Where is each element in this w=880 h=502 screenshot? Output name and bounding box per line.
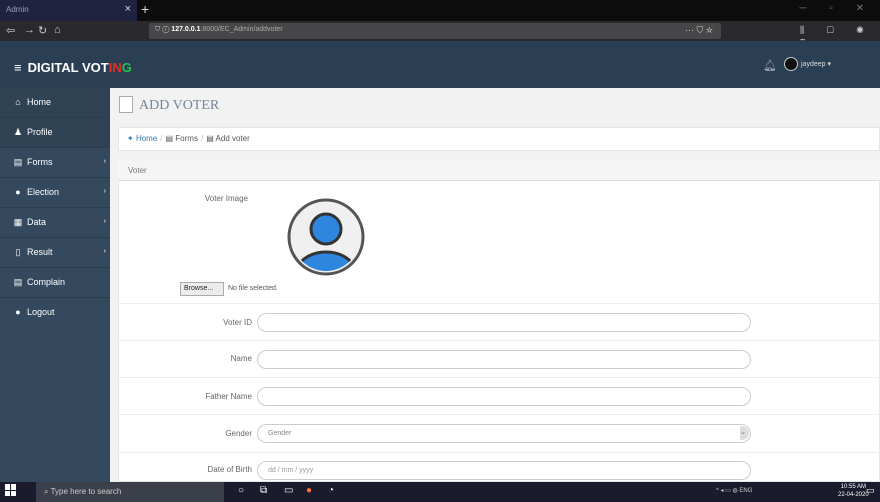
sidebar-item-label: Logout [27, 307, 55, 317]
url-host: 127.0.0.1 [171, 26, 201, 33]
gender-select[interactable]: Gender [257, 424, 751, 443]
url-path: :8000/EC_Admin/addvoter [200, 26, 283, 33]
close-tab-icon[interactable]: × [125, 3, 131, 15]
chevron-right-icon: › [103, 248, 106, 255]
tab-title: Admin [6, 5, 29, 14]
file-status: No file selected. [228, 285, 278, 292]
divider [118, 414, 880, 415]
breadcrumb: ✦ Home / ▤ Forms / ▤ Add voter [118, 127, 880, 151]
divider [118, 303, 880, 304]
result-icon: ▯ [15, 247, 21, 257]
sidebar-item-label: Forms [27, 157, 53, 167]
gender-label: Gender [225, 429, 252, 438]
clock-date: 22-04-2020 [838, 492, 869, 498]
cortana-icon[interactable]: ○ [238, 485, 244, 496]
breadcrumb-home-label: Home [135, 134, 158, 143]
divider [118, 452, 880, 453]
dob-label: Date of Birth [207, 465, 252, 474]
browser-tab[interactable]: Admin × [0, 0, 137, 21]
home-icon: ⌂ [15, 97, 21, 107]
search-icon: ⌕ [44, 487, 49, 496]
sidebar-item-election[interactable]: ● Election › [0, 178, 110, 208]
sidebar-item-label: Result [27, 247, 53, 257]
breadcrumb-forms[interactable]: ▤ Forms [166, 134, 198, 143]
info-icon: ⓘ [162, 26, 170, 33]
sidebar-item-logout[interactable]: ● Logout [0, 298, 110, 328]
brand-text: DIGITAL VOT [27, 60, 109, 75]
sidebar-item-label: Profile [27, 127, 53, 137]
new-tab-icon[interactable]: + [141, 1, 149, 17]
divider [118, 377, 880, 378]
sidebar-item-label: Data [27, 217, 47, 227]
user-menu[interactable]: jaydeep ▾ [784, 57, 831, 71]
breadcrumb-current-label: Add voter [215, 134, 250, 143]
sidebar-item-complain[interactable]: ▤ Complain [0, 268, 110, 298]
chevron-right-icon: › [103, 188, 106, 195]
complain-icon: ▤ [13, 277, 23, 287]
avatar [784, 57, 798, 71]
url-bar[interactable]: ⛉ ⓘ 127.0.0.1:8000/EC_Admin/addvoter ···… [149, 23, 721, 39]
brand-text-green: G [121, 60, 132, 75]
home-icon[interactable]: ⌂ [54, 24, 61, 36]
system-tray[interactable]: ^ ◂ ▭ ◍ ENG [716, 487, 752, 494]
voter-id-input[interactable] [257, 313, 751, 332]
panel-title: Voter [118, 161, 880, 181]
firefox-icon[interactable]: ● [306, 485, 312, 496]
shield-icon: ⛉ [155, 26, 161, 33]
reload-icon[interactable]: ↻ [38, 24, 47, 37]
user-icon: ♟ [13, 127, 23, 137]
task-view-icon[interactable]: ⧉ [260, 485, 267, 496]
form-icon: ▤ [13, 157, 23, 167]
voter-image-label: Voter Image [204, 194, 248, 203]
page-actions-icon[interactable]: ··· ⛉ ☆ [685, 25, 713, 36]
sidebar-item-home[interactable]: ⌂ Home [0, 88, 110, 118]
document-icon [119, 96, 133, 113]
name-input[interactable] [257, 350, 751, 369]
app-header [0, 41, 880, 88]
name-label: Name [230, 354, 252, 363]
brand-logo[interactable]: ≡ DIGITAL VOTING [14, 60, 132, 75]
sidebar-item-forms[interactable]: ▤ Forms › [0, 148, 110, 178]
menu-toggle-icon[interactable]: ≡ [14, 60, 22, 75]
sidebar-item-result[interactable]: ▯ Result › [0, 238, 110, 268]
sidebar-item-profile[interactable]: ♟ Profile [0, 118, 110, 148]
father-name-input[interactable] [257, 387, 751, 406]
page-title: ADD VOTER [119, 96, 219, 114]
breadcrumb-forms-label: Forms [175, 134, 198, 143]
bell-icon[interactable]: 🔔︎ [763, 59, 777, 72]
sidebar-item-label: Home [27, 97, 52, 107]
app-icon[interactable]: ◔ [328, 485, 334, 496]
breadcrumb-home[interactable]: ✦ Home [127, 134, 157, 143]
browse-button[interactable]: Browse... [180, 282, 224, 296]
voter-avatar-placeholder-icon [287, 198, 365, 276]
sidebar-item-label: Complain [27, 277, 66, 287]
brand-text-red: IN [108, 60, 122, 75]
taskbar-search[interactable]: ⌕ Type here to search [36, 482, 224, 502]
page-title-text: ADD VOTER [139, 98, 220, 113]
username: jaydeep [801, 60, 826, 68]
forward-icon[interactable]: → [24, 24, 35, 36]
breadcrumb-current: ▤ Add voter [206, 134, 250, 143]
voter-id-label: Voter ID [223, 318, 252, 327]
divider [118, 340, 880, 341]
back-icon[interactable]: ⇦ [6, 24, 15, 37]
sidebar-item-label: Election [27, 187, 60, 197]
chevron-right-icon: › [103, 158, 106, 165]
notification-icon[interactable]: ▭ [866, 485, 875, 496]
dob-input[interactable]: dd / mm / yyyy [257, 461, 751, 480]
sidebar-item-data[interactable]: ▦ Data › [0, 208, 110, 238]
explorer-icon[interactable]: ▭ [284, 485, 293, 496]
taskbar-search-placeholder: Type here to search [50, 487, 122, 496]
windows-start-icon[interactable] [5, 484, 17, 496]
window-controls[interactable]: ─ ▫ ✕ [799, 3, 874, 14]
tray-language: ENG [739, 488, 753, 494]
chevron-right-icon: › [103, 218, 106, 225]
clock-time: 10:55 AM [840, 484, 867, 490]
table-icon: ▦ [13, 217, 23, 227]
election-icon: ● [15, 187, 21, 197]
father-name-label: Father Name [205, 392, 252, 401]
logout-icon: ● [15, 307, 21, 317]
taskbar-clock[interactable]: 10:55 AM 22-04-2020 [838, 483, 869, 499]
